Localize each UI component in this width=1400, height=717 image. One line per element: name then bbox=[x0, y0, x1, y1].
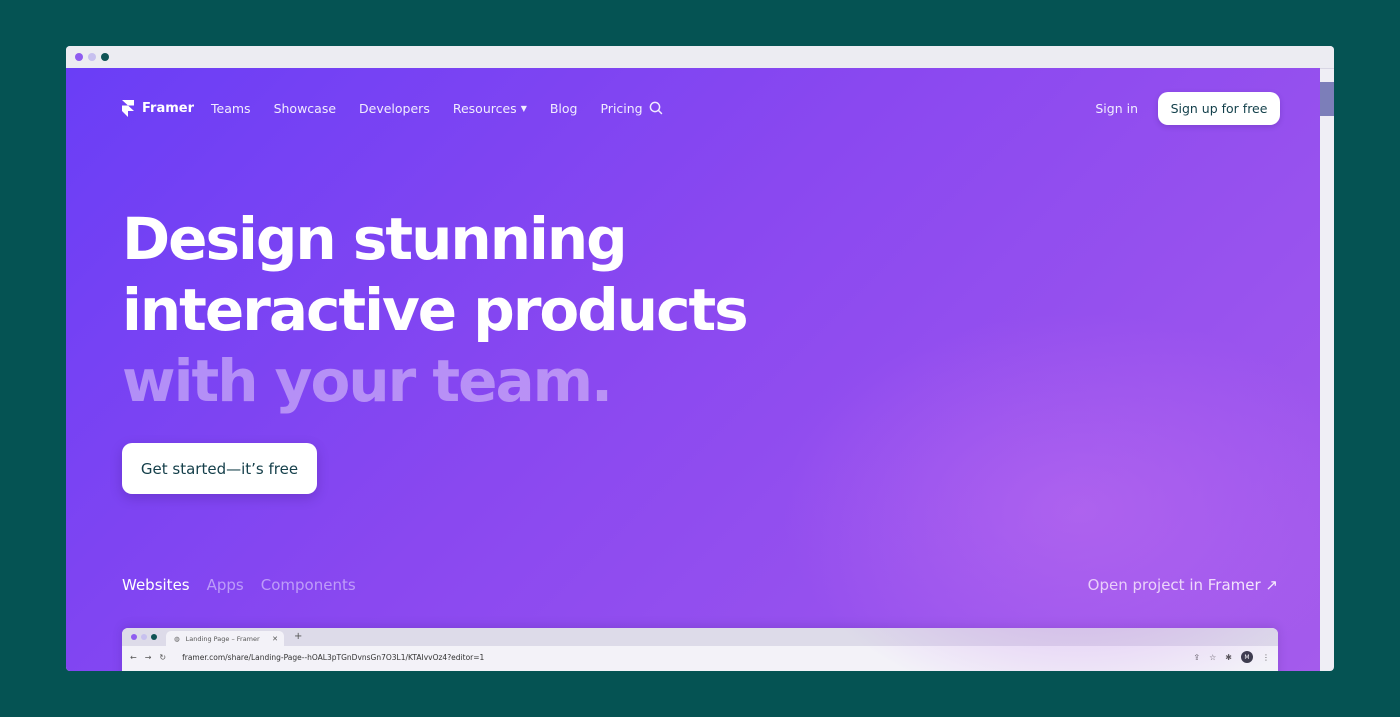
extensions-icon[interactable]: ✱ bbox=[1225, 653, 1232, 662]
chevron-down-icon: ▼ bbox=[520, 104, 527, 113]
preview-maximize-dot bbox=[151, 634, 157, 640]
minimize-window-button[interactable] bbox=[88, 53, 96, 61]
hero-line-2: interactive products bbox=[122, 276, 749, 344]
share-icon[interactable]: ⇪ bbox=[1193, 653, 1200, 662]
open-project-link[interactable]: Open project in Framer ↗ bbox=[1088, 576, 1278, 594]
globe-icon: ◍ bbox=[174, 634, 180, 643]
more-menu-icon[interactable]: ⋮ bbox=[1262, 653, 1270, 662]
framer-landing-page: Framer Teams Showcase Developers Resourc… bbox=[66, 68, 1320, 671]
nav-link-showcase[interactable]: Showcase bbox=[274, 101, 336, 116]
close-window-button[interactable] bbox=[75, 53, 83, 61]
hero-line-1: Design stunning bbox=[122, 205, 628, 273]
preview-url[interactable]: framer.com/share/Landing-Page--hOAL3pTGn… bbox=[182, 653, 484, 662]
new-tab-icon[interactable]: + bbox=[294, 631, 302, 642]
product-tabs: Websites Apps Components bbox=[122, 576, 356, 594]
back-arrow-icon[interactable]: ← bbox=[130, 653, 137, 662]
avatar[interactable]: M bbox=[1241, 651, 1253, 663]
get-started-button[interactable]: Get started—it’s free bbox=[122, 443, 317, 494]
preview-toolbar-icons: ⇪ ☆ ✱ M ⋮ bbox=[1193, 651, 1270, 663]
star-icon[interactable]: ☆ bbox=[1209, 653, 1216, 662]
brand-name: Framer bbox=[142, 101, 195, 116]
preview-tab[interactable]: ◍ Landing Page – Framer ✕ bbox=[166, 631, 284, 646]
maximize-window-button[interactable] bbox=[101, 53, 109, 61]
hero-heading: Design stunning interactive products wit… bbox=[122, 204, 749, 417]
browser-preview: ◍ Landing Page – Framer ✕ + ← → ↻ framer… bbox=[122, 628, 1278, 671]
nav-link-pricing[interactable]: Pricing bbox=[600, 101, 642, 116]
nav-link-developers[interactable]: Developers bbox=[359, 101, 430, 116]
browser-window: Framer Teams Showcase Developers Resourc… bbox=[66, 46, 1334, 671]
preview-minimize-dot bbox=[141, 634, 147, 640]
forward-arrow-icon[interactable]: → bbox=[145, 653, 152, 662]
nav-link-blog[interactable]: Blog bbox=[550, 101, 578, 116]
hero-line-3: with your team. bbox=[122, 347, 613, 415]
sign-up-button[interactable]: Sign up for free bbox=[1158, 92, 1280, 125]
framer-logo-icon bbox=[122, 100, 134, 117]
framer-logo[interactable]: Framer bbox=[122, 100, 194, 117]
nav-link-resources-label: Resources bbox=[452, 101, 517, 116]
tab-websites[interactable]: Websites bbox=[122, 576, 190, 594]
window-titlebar bbox=[66, 46, 1334, 69]
preview-tab-title: Landing Page – Framer bbox=[185, 634, 260, 643]
preview-address-bar: ← → ↻ framer.com/share/Landing-Page--hOA… bbox=[122, 646, 1278, 668]
tab-components[interactable]: Components bbox=[261, 576, 356, 594]
preview-tabbar: ◍ Landing Page – Framer ✕ + bbox=[122, 628, 1278, 646]
hero-section: Design stunning interactive products wit… bbox=[122, 204, 749, 417]
preview-close-dot bbox=[131, 634, 137, 640]
nav-links: Teams Showcase Developers Resources ▼ Blo… bbox=[211, 101, 643, 116]
search-icon[interactable] bbox=[648, 100, 664, 116]
decorative-strip bbox=[1320, 82, 1334, 116]
nav-link-teams[interactable]: Teams bbox=[211, 101, 251, 116]
nav-link-resources[interactable]: Resources ▼ bbox=[453, 101, 527, 116]
reload-icon[interactable]: ↻ bbox=[159, 653, 166, 662]
close-icon[interactable]: ✕ bbox=[272, 635, 278, 643]
top-navigation: Framer Teams Showcase Developers Resourc… bbox=[122, 92, 1280, 126]
tab-apps[interactable]: Apps bbox=[207, 576, 244, 594]
sign-in-link[interactable]: Sign in bbox=[1095, 101, 1138, 116]
